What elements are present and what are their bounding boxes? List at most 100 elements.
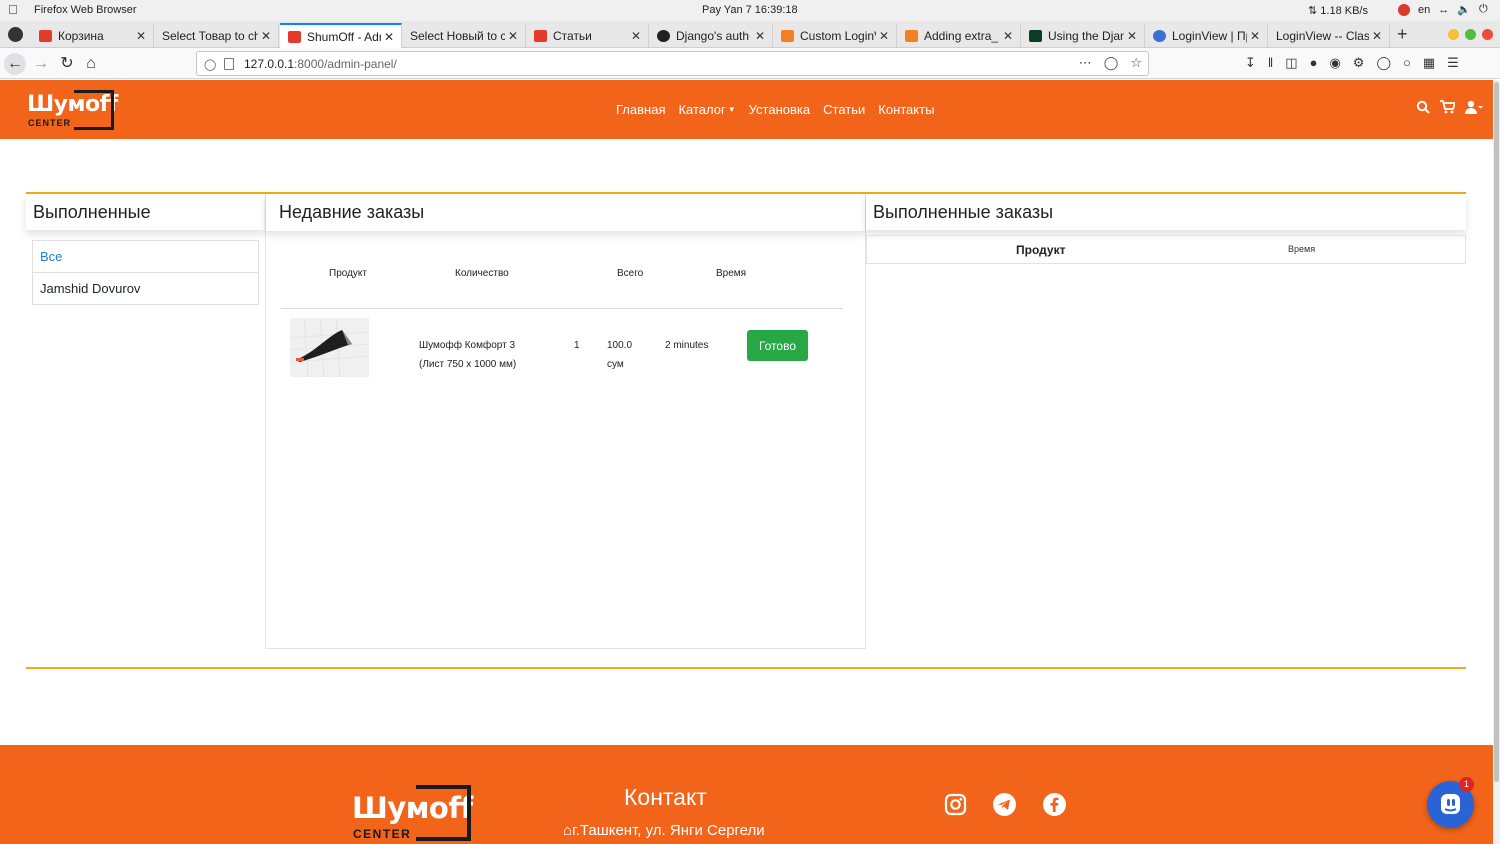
home-button[interactable]: ⌂ xyxy=(80,53,102,75)
tab[interactable]: LoginView | Пр ✕ xyxy=(1145,23,1268,48)
shield-icon[interactable]: ◯ xyxy=(204,58,216,71)
facebook-icon[interactable] xyxy=(1043,793,1066,816)
tab-favicon-icon xyxy=(781,29,794,42)
tab-favicon-icon xyxy=(1029,29,1042,42)
tab[interactable]: Статьи ✕ xyxy=(526,23,649,48)
filter-all[interactable]: Все xyxy=(32,240,259,273)
col-header-time: Время xyxy=(1288,244,1316,254)
system-tray: en ↔ 🔈 ⏻ xyxy=(1398,3,1488,16)
instagram-icon[interactable] xyxy=(944,793,967,816)
left-panel-title: Выполненные xyxy=(26,194,264,230)
extension-icon[interactable]: ● xyxy=(1310,55,1318,71)
tab[interactable]: Custom LoginV ✕ xyxy=(773,23,897,48)
tab[interactable]: Using the Djan ✕ xyxy=(1021,23,1145,48)
close-window-button[interactable] xyxy=(1482,29,1493,40)
network-icon[interactable]: ↔ xyxy=(1438,4,1449,16)
col-header-total: Всего xyxy=(617,268,644,279)
chat-notification-badge: 1 xyxy=(1459,777,1474,792)
keyboard-language[interactable]: en xyxy=(1418,4,1430,16)
user-menu-icon[interactable] xyxy=(1465,100,1483,117)
nav-home[interactable]: Главная xyxy=(616,102,665,117)
tab[interactable]: Select Новый to c ✕ xyxy=(402,23,526,48)
extension-icon[interactable]: ⚙ xyxy=(1353,55,1365,71)
nav-installation[interactable]: Установка xyxy=(749,102,810,117)
vpn-icon[interactable]: ○ xyxy=(1403,55,1411,71)
table-divider xyxy=(281,308,843,309)
close-icon[interactable]: ✕ xyxy=(258,29,274,43)
order-total-amount: 100.0 xyxy=(607,340,633,351)
nav-contacts[interactable]: Контакты xyxy=(878,102,934,117)
reload-button[interactable]: ↻ xyxy=(56,53,78,75)
back-button[interactable]: ← xyxy=(4,53,26,75)
close-icon[interactable]: ✕ xyxy=(133,29,149,43)
close-icon[interactable]: ✕ xyxy=(1000,29,1016,43)
site-header: Шумoff CENTER Главная Каталог ▼ Установка… xyxy=(0,80,1493,139)
library-icon[interactable]: ‖ xyxy=(1268,55,1273,71)
tab-active[interactable]: ShumOff - Adm ✕ xyxy=(280,23,402,48)
active-app-name[interactable]: Firefox Web Browser xyxy=(34,4,137,16)
footer-logo[interactable]: Шумoff CENTER xyxy=(352,785,473,841)
url-bar[interactable]: ◯ 127.0.0.1:8000/admin-panel/ ⋯ ◯ ☆ xyxy=(196,51,1149,76)
done-orders-table: Продукт Время xyxy=(866,235,1466,264)
footer-contact-title: Контакт xyxy=(624,784,707,810)
url-text[interactable]: 127.0.0.1:8000/admin-panel/ xyxy=(244,57,397,71)
downloads-icon[interactable]: ↧ xyxy=(1245,55,1256,71)
system-clock[interactable]: Pay Yan 7 16:39:18 xyxy=(702,4,798,16)
menu-icon[interactable]: ☰ xyxy=(1447,55,1459,71)
home-icon: ⌂ xyxy=(563,822,573,839)
mark-done-button[interactable]: Готово xyxy=(747,330,808,361)
tab[interactable]: LoginView -- Class ✕ xyxy=(1268,23,1390,48)
pocket-icon[interactable]: ◯ xyxy=(1104,55,1119,71)
telegram-icon[interactable] xyxy=(993,793,1016,816)
close-icon[interactable]: ✕ xyxy=(505,29,521,43)
caret-down-icon: ▼ xyxy=(727,105,736,114)
main-nav: Главная Каталог ▼ Установка Статьи Контак… xyxy=(616,102,934,117)
close-icon[interactable]: ✕ xyxy=(1124,29,1140,43)
tab-favicon-icon xyxy=(657,29,670,42)
footer-address: ⌂г.Ташкент, ул. Янги Сергели xyxy=(563,822,765,839)
done-orders-title: Выполненные заказы xyxy=(866,194,1466,230)
apple-icon[interactable]:  xyxy=(8,3,20,17)
site-logo[interactable]: Шумoff CENTER xyxy=(27,90,118,130)
globe-icon[interactable]: ◉ xyxy=(1329,55,1340,71)
scrollbar-thumb[interactable] xyxy=(1494,82,1499,782)
close-icon[interactable]: ✕ xyxy=(381,30,397,44)
customer-filter-list: Все Jamshid Dovurov xyxy=(32,240,259,305)
site-footer: Шумoff CENTER Контакт ⌂г.Ташкент, ул. Ян… xyxy=(0,745,1493,844)
power-icon[interactable]: ⏻ xyxy=(1479,3,1488,16)
shield-extension-icon[interactable]: ◯ xyxy=(1376,55,1391,71)
new-tab-button[interactable]: + xyxy=(1397,25,1408,43)
tab-favicon-icon xyxy=(905,29,918,42)
nav-catalog[interactable]: Каталог ▼ xyxy=(678,102,735,117)
recent-orders-panel xyxy=(265,194,866,649)
page-info-icon[interactable] xyxy=(224,57,234,70)
tab[interactable]: Select Товар to ch ✕ xyxy=(154,23,279,48)
close-icon[interactable]: ✕ xyxy=(752,29,768,43)
page-actions-icon[interactable]: ⋯ xyxy=(1079,55,1092,71)
close-icon[interactable]: ✕ xyxy=(876,29,892,43)
tab[interactable]: Корзина ✕ xyxy=(31,23,154,48)
section-divider-bottom xyxy=(26,667,1466,669)
cart-icon[interactable] xyxy=(1440,100,1457,117)
tab[interactable]: Django's auth ✕ xyxy=(649,23,773,48)
bookmark-star-icon[interactable]: ☆ xyxy=(1130,55,1142,71)
sidebar-icon[interactable]: ◫ xyxy=(1285,55,1297,71)
minimize-button[interactable] xyxy=(1448,29,1459,40)
order-quantity: 1 xyxy=(574,340,580,351)
maximize-button[interactable] xyxy=(1465,29,1476,40)
os-top-bar:  Firefox Web Browser Pay Yan 7 16:39:18… xyxy=(0,0,1500,21)
close-icon[interactable]: ✕ xyxy=(1247,29,1263,43)
extensions-icon[interactable]: ▦ xyxy=(1423,55,1435,71)
close-icon[interactable]: ✕ xyxy=(628,29,644,43)
filter-customer[interactable]: Jamshid Dovurov xyxy=(32,272,259,305)
forward-button[interactable]: → xyxy=(30,53,52,75)
user-status-icon[interactable] xyxy=(1398,3,1410,16)
tab-favicon-icon xyxy=(534,29,547,42)
github-icon[interactable] xyxy=(8,27,23,42)
close-icon[interactable]: ✕ xyxy=(1369,29,1385,43)
nav-articles[interactable]: Статьи xyxy=(823,102,865,117)
tab[interactable]: Adding extra_ ✕ xyxy=(897,23,1021,48)
tab-favicon-icon xyxy=(288,30,301,43)
volume-icon[interactable]: 🔈 xyxy=(1457,3,1471,16)
search-icon[interactable] xyxy=(1416,100,1430,117)
